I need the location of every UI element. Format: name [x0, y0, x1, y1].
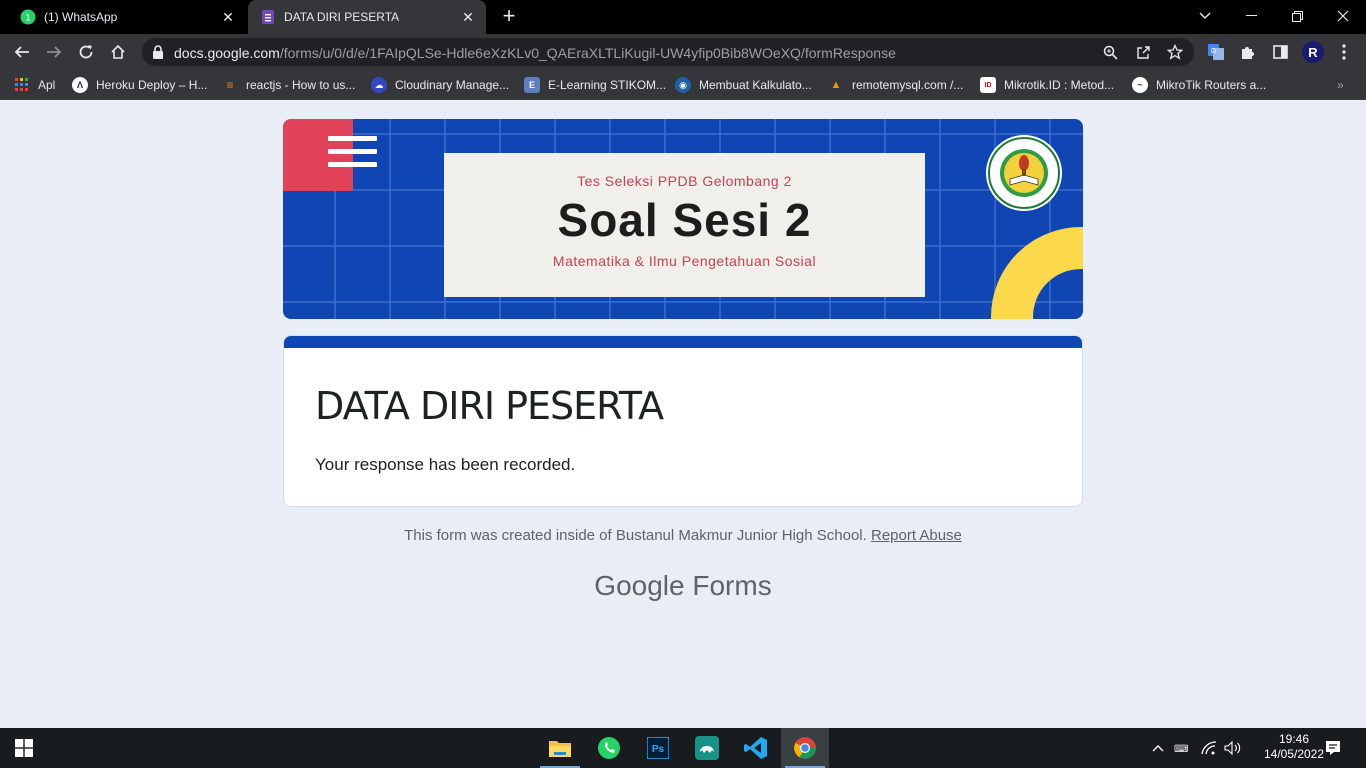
home-button[interactable]	[104, 38, 132, 66]
banner-heading: Soal Sesi 2	[557, 194, 812, 246]
mikrotik-id-icon: ID	[980, 77, 996, 93]
chevron-up-icon[interactable]	[1148, 728, 1168, 768]
menu-kebab-icon[interactable]	[1334, 42, 1354, 62]
whatsapp-taskbar-icon[interactable]	[585, 728, 633, 768]
bookmarks-overflow-icon[interactable]: »	[1337, 76, 1344, 94]
bookmark-label: Heroku Deploy – H...	[96, 78, 208, 92]
browser-toolbar: docs.google.com/forms/u/0/d/e/1FAIpQLSe-…	[0, 34, 1366, 70]
reload-button[interactable]	[72, 38, 100, 66]
tab-data-diri-peserta[interactable]: DATA DIRI PESERTA ✕	[248, 0, 486, 34]
svg-text:⌨: ⌨	[1174, 744, 1188, 755]
banner-subheading: Matematika & Ilmu Pengetahuan Sosial	[552, 253, 817, 269]
windows-start-icon[interactable]	[0, 728, 48, 768]
minimize-button[interactable]	[1228, 0, 1274, 32]
lock-icon[interactable]	[152, 45, 164, 64]
stackoverflow-icon: ≡	[226, 78, 234, 92]
bookmark-label: Apl	[38, 78, 56, 92]
restore-button[interactable]	[1274, 0, 1320, 32]
wifi-icon[interactable]	[1198, 728, 1220, 768]
chrome-icon[interactable]	[781, 728, 829, 768]
svg-text:Ps: Ps	[652, 744, 665, 755]
google-forms-icon	[260, 9, 276, 25]
tab-strip: 1 (1) WhatsApp ✕ DATA DIRI PESERTA ✕ +	[0, 0, 1366, 34]
bookmark-label: Cloudinary Manage...	[395, 78, 510, 92]
response-card: DATA DIRI PESERTA Your response has been…	[283, 335, 1083, 507]
share-icon[interactable]	[1135, 44, 1151, 60]
gitkraken-icon[interactable]	[683, 728, 731, 768]
confirmation-message: Your response has been recorded.	[315, 455, 576, 474]
card-accent-bar	[284, 336, 1082, 348]
tab-title: DATA DIRI PESERTA	[284, 10, 400, 24]
mikrotik-icon: ~	[1132, 77, 1148, 93]
input-method-icon[interactable]: ⌨	[1172, 728, 1194, 768]
zoom-icon[interactable]	[1102, 44, 1118, 60]
new-tab-button[interactable]: +	[498, 5, 520, 28]
close-icon[interactable]: ✕	[458, 7, 478, 27]
phpmyadmin-icon: ▲	[830, 79, 842, 91]
cloudinary-icon: ☁	[371, 77, 387, 93]
tab-title: (1) WhatsApp	[44, 10, 118, 24]
extensions-puzzle-icon[interactable]	[1238, 42, 1258, 62]
report-abuse-link[interactable]: Report Abuse	[871, 527, 962, 544]
form-header-banner: Tes Seleksi PPDB Gelombang 2 Soal Sesi 2…	[283, 119, 1083, 319]
bookmark-mikrotik-routers[interactable]: ~ MikroTik Routers a...	[1132, 76, 1266, 94]
site-icon: ◉	[675, 77, 691, 93]
apps-grid-icon	[14, 77, 30, 93]
svg-text:1: 1	[25, 13, 30, 23]
bookmarks-bar: Apl Λ Heroku Deploy – H... ≡ reactjs - H…	[0, 70, 1366, 100]
bookmark-star-icon[interactable]	[1167, 44, 1183, 60]
bookmark-heroku[interactable]: Λ Heroku Deploy – H...	[72, 76, 207, 94]
url-path: /forms/u/0/d/e/1FAIpQLSe-Hdle6eXzKLv0_QA…	[279, 45, 896, 61]
back-button[interactable]	[8, 38, 36, 66]
address-bar[interactable]: docs.google.com/forms/u/0/d/e/1FAIpQLSe-…	[142, 38, 1194, 66]
bookmark-mikrotik-id[interactable]: ID Mikrotik.ID : Metod...	[980, 76, 1114, 94]
close-window-button[interactable]	[1320, 0, 1366, 32]
banner-kicker: Tes Seleksi PPDB Gelombang 2	[577, 173, 792, 189]
vscode-icon[interactable]	[732, 728, 780, 768]
profile-avatar[interactable]: R	[1302, 41, 1324, 63]
close-icon[interactable]: ✕	[218, 7, 238, 27]
tab-search-chevron-icon[interactable]	[1182, 0, 1228, 32]
whatsapp-icon: 1	[20, 9, 36, 25]
notifications-icon[interactable]	[1318, 728, 1348, 768]
heroku-icon: Λ	[72, 77, 88, 93]
bookmark-elearning[interactable]: E E-Learning STIKOM...	[524, 76, 666, 94]
school-logo-seal	[986, 135, 1062, 211]
windows-taskbar: Ps ⌨ 19:46 14/05/2022	[0, 728, 1366, 768]
hamburger-decoration-icon	[328, 136, 377, 175]
bookmark-cloudinary[interactable]: ☁ Cloudinary Manage...	[371, 76, 509, 94]
bookmark-apps[interactable]: Apl	[14, 76, 55, 94]
tab-whatsapp[interactable]: 1 (1) WhatsApp ✕	[8, 0, 246, 34]
volume-icon[interactable]	[1222, 728, 1244, 768]
logo-forms: Forms	[692, 570, 772, 601]
form-footer: This form was created inside of Bustanul…	[283, 527, 1083, 544]
url-host: docs.google.com	[174, 45, 280, 61]
form-title: DATA DIRI PESERTA	[315, 384, 664, 428]
bookmark-label: E-Learning STIKOM...	[548, 78, 667, 92]
google-forms-logo[interactable]: Google Forms	[283, 570, 1083, 602]
bookmark-label: remotemysql.com /...	[852, 78, 964, 92]
bookmark-kalkulator[interactable]: ◉ Membuat Kalkulato...	[675, 76, 812, 94]
footer-note: This form was created inside of Bustanul…	[404, 527, 867, 544]
file-explorer-icon[interactable]	[536, 728, 584, 768]
bookmark-label: reactjs - How to us...	[246, 78, 356, 92]
photoshop-icon[interactable]: Ps	[634, 728, 682, 768]
url-text: docs.google.com/forms/u/0/d/e/1FAIpQLSe-…	[174, 45, 896, 61]
bookmark-label: MikroTik Routers a...	[1156, 78, 1267, 92]
google-translate-icon[interactable]: G	[1206, 42, 1226, 62]
banner-title-card: Tes Seleksi PPDB Gelombang 2 Soal Sesi 2…	[444, 153, 925, 297]
bookmark-reactjs[interactable]: ≡ reactjs - How to us...	[222, 76, 355, 94]
bookmark-remotemysql[interactable]: ▲ remotemysql.com /...	[828, 76, 964, 94]
svg-text:G: G	[1211, 48, 1216, 55]
logo-google: Google	[594, 570, 685, 601]
elearning-icon: E	[524, 77, 540, 93]
bookmark-label: Membuat Kalkulato...	[699, 78, 812, 92]
bookmark-label: Mikrotik.ID : Metod...	[1004, 78, 1115, 92]
side-panel-icon[interactable]	[1270, 42, 1290, 62]
forward-button[interactable]	[40, 38, 68, 66]
